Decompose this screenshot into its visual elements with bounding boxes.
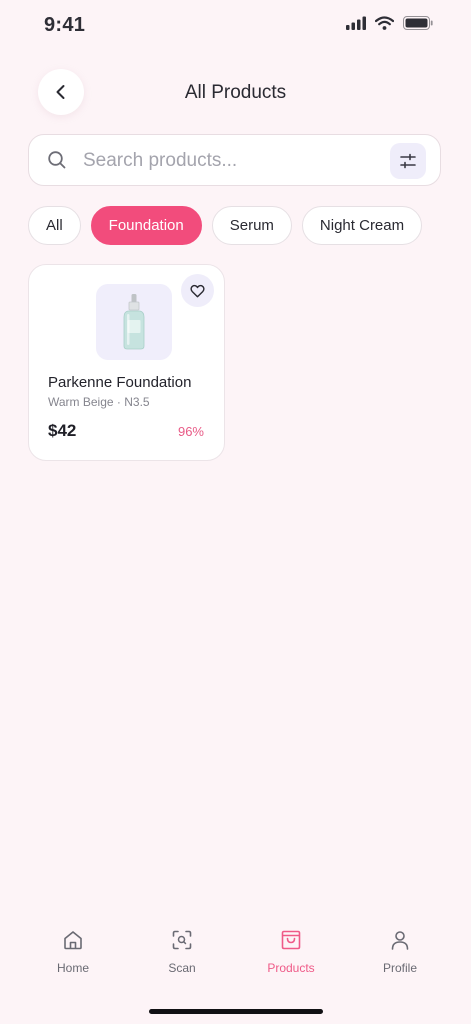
nav-label: Profile bbox=[382, 961, 417, 975]
signal-icon bbox=[346, 16, 366, 30]
chip-night-cream[interactable]: Night Cream bbox=[301, 206, 423, 245]
sliders-icon bbox=[400, 153, 416, 169]
chip-serum[interactable]: Serum bbox=[211, 206, 292, 245]
favorite-button[interactable] bbox=[181, 274, 214, 307]
status-time: 9:41 bbox=[44, 14, 86, 36]
nav-item-profile[interactable]: Profile bbox=[345, 918, 455, 982]
battery-icon bbox=[403, 16, 433, 30]
search-input[interactable] bbox=[81, 145, 375, 177]
shopping-bag-icon bbox=[281, 930, 301, 950]
heart-icon bbox=[190, 284, 205, 297]
user-icon bbox=[391, 931, 409, 950]
page-title: All Products bbox=[184, 82, 287, 103]
nav-label: Scan bbox=[168, 961, 196, 975]
filter-button[interactable] bbox=[390, 143, 426, 179]
chip-label: All bbox=[46, 217, 63, 234]
search-bar bbox=[28, 134, 441, 186]
product-price: $42 bbox=[48, 421, 77, 440]
product-card[interactable]: Parkenne Foundation Warm Beige · N3.5 $4… bbox=[28, 264, 225, 461]
chip-all[interactable]: All bbox=[28, 206, 81, 245]
chip-label: Serum bbox=[229, 217, 274, 234]
search-icon bbox=[48, 151, 66, 169]
product-variant: Warm Beige · N3.5 bbox=[48, 395, 150, 409]
chip-foundation[interactable]: Foundation bbox=[90, 206, 202, 245]
wifi-icon bbox=[375, 16, 394, 30]
nav-label: Products bbox=[267, 961, 315, 975]
status-bar: 9:41 bbox=[0, 0, 471, 50]
serum-bottle-icon bbox=[123, 294, 145, 350]
header: All Products bbox=[0, 64, 471, 122]
category-filters: All Foundation Serum Night Cream bbox=[28, 206, 423, 245]
nav-item-home[interactable]: Home bbox=[18, 918, 128, 982]
status-icons bbox=[346, 16, 433, 30]
product-name: Parkenne Foundation bbox=[48, 374, 192, 391]
scan-icon bbox=[172, 930, 192, 950]
home-icon bbox=[64, 931, 82, 950]
nav-label: Home bbox=[56, 961, 89, 975]
product-image bbox=[96, 284, 172, 360]
chip-label: Foundation bbox=[108, 217, 184, 234]
home-indicator[interactable] bbox=[149, 1009, 323, 1014]
nav-item-products[interactable]: Products bbox=[236, 918, 346, 982]
nav-item-scan[interactable]: Scan bbox=[127, 918, 237, 982]
bottom-nav: Home Scan Products Profile bbox=[0, 918, 471, 988]
match-score: 96% bbox=[177, 424, 204, 439]
chip-label: Night Cream bbox=[319, 217, 405, 234]
